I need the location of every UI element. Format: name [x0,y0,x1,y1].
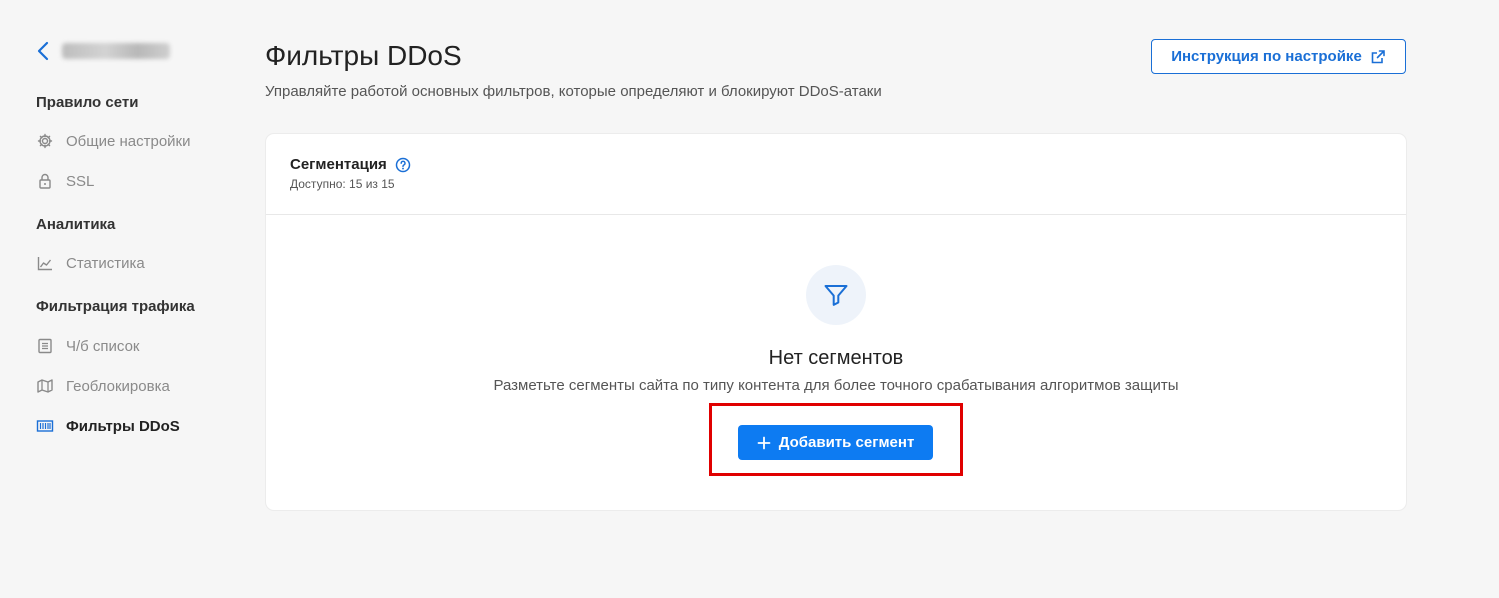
chart-icon [36,254,54,272]
page-subtitle: Управляйте работой основных фильтров, ко… [265,83,882,100]
help-icon[interactable] [395,157,411,173]
sidebar: Правило сети Общие настройки SSL Аналити… [0,0,240,598]
sidebar-item-geoblocking[interactable]: Геоблокировка [36,375,170,397]
back-link[interactable] [36,38,170,64]
sidebar-item-label: Общие настройки [66,132,191,150]
page-title: Фильтры DDoS [265,40,462,71]
chevron-left-icon[interactable] [36,40,50,62]
add-segment-label: Добавить сегмент [778,434,915,451]
empty-state-description: Разметьте сегменты сайта по типу контент… [493,377,1179,394]
sidebar-item-label: Статистика [66,254,145,272]
lock-icon [36,172,54,190]
section-title-analytics: Аналитика [36,216,116,233]
sidebar-item-label: Фильтры DDoS [66,417,180,435]
add-segment-button[interactable]: Добавить сегмент [738,425,933,460]
ddos-filter-icon [36,417,54,435]
external-link-icon [1371,49,1385,63]
filter-icon [824,285,848,306]
setup-guide-label: Инструкция по настройке [1171,48,1362,65]
segmentation-card: Сегментация Доступно: 15 из 15 Нет сегме… [266,134,1406,510]
plus-icon [757,436,771,449]
site-name-redacted [62,43,170,59]
section-title-network-rule: Правило сети [36,94,139,111]
sidebar-item-statistics[interactable]: Статистика [36,252,145,274]
map-icon [36,377,54,395]
setup-guide-button[interactable]: Инструкция по настройке [1151,39,1406,74]
list-icon [36,337,54,355]
sidebar-item-label: Ч/б список [66,337,140,355]
card-header: Сегментация Доступно: 15 из 15 [266,134,1406,215]
sidebar-item-ddos-filters[interactable]: Фильтры DDoS [36,415,180,437]
sidebar-item-general-settings[interactable]: Общие настройки [36,130,191,152]
segments-available-count: Доступно: 15 из 15 [290,177,395,191]
empty-state-title: Нет сегментов [768,347,904,369]
sidebar-item-label: SSL [66,172,95,190]
segmentation-title-text: Сегментация [290,156,387,173]
section-title-traffic-filtering: Фильтрация трафика [36,298,195,315]
sidebar-item-ssl[interactable]: SSL [36,170,94,192]
segmentation-title: Сегментация [290,156,411,173]
sidebar-item-bw-list[interactable]: Ч/б список [36,335,140,357]
empty-state-icon-wrap [806,265,866,325]
sidebar-item-label: Геоблокировка [66,377,170,395]
gear-icon [36,132,54,150]
